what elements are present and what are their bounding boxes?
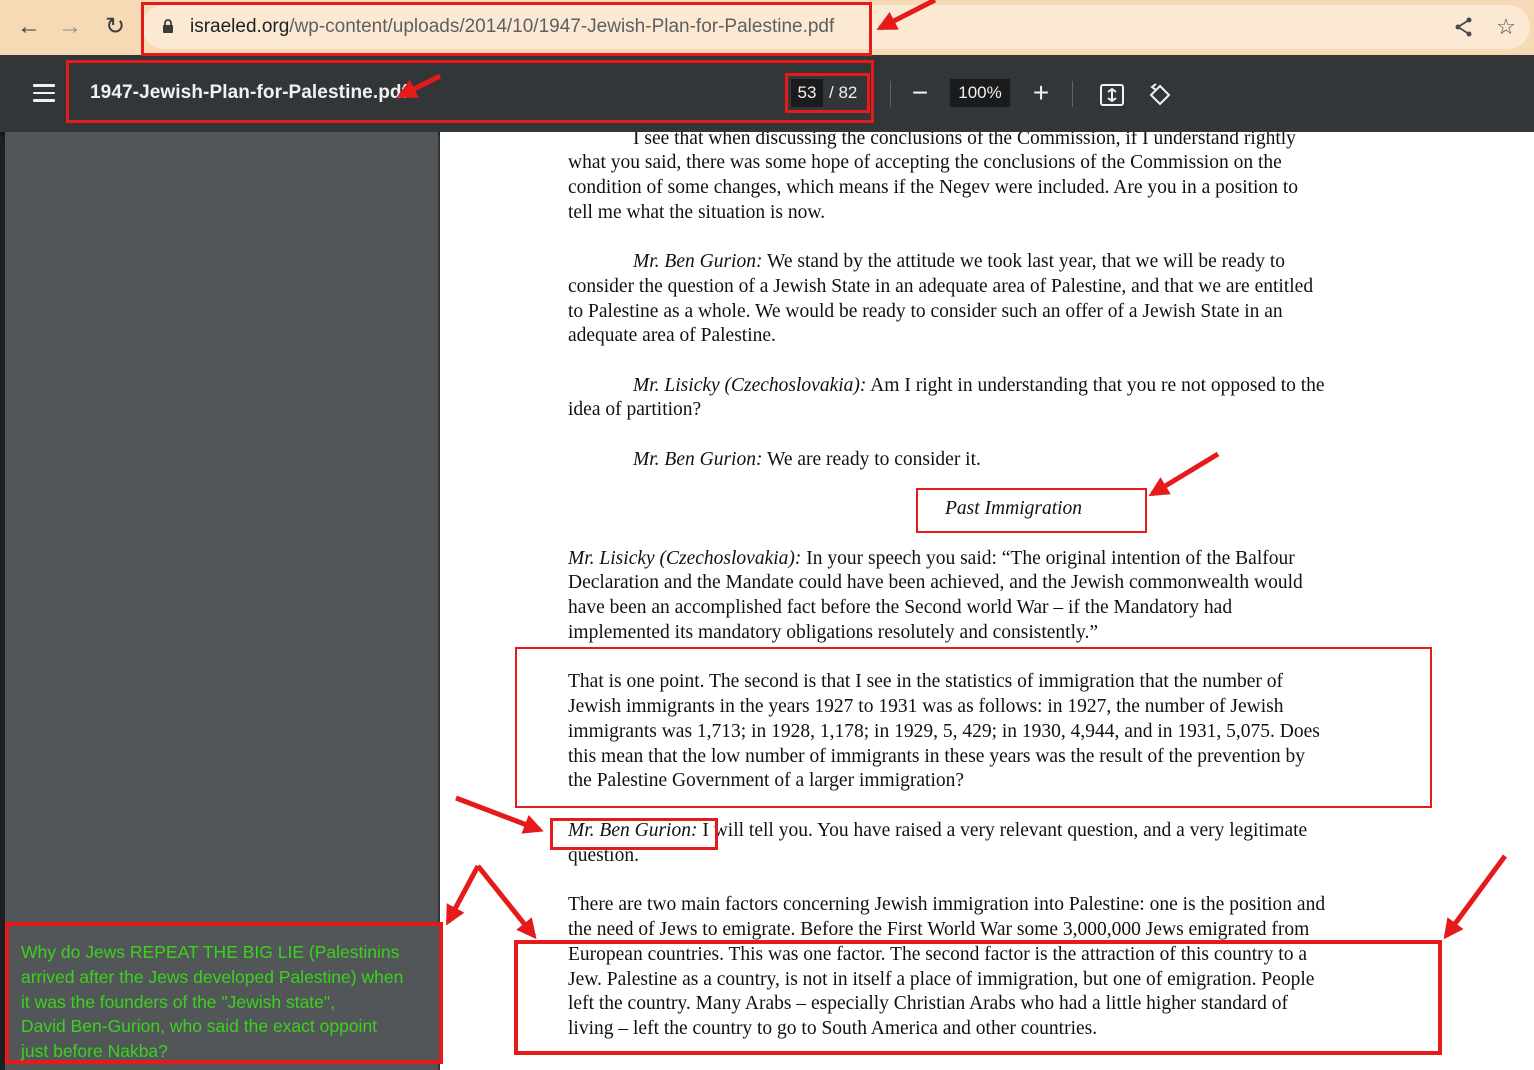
text-line: I see that when discussing the conclusio… [633, 132, 1296, 149]
annotation-note: Why do Jews REPEAT THE BIG LIE (Palestin… [5, 922, 443, 1064]
text-line: to Palestine as a whole. We would be rea… [568, 301, 1283, 322]
rotate-icon[interactable] [1146, 81, 1174, 109]
share-icon[interactable] [1452, 15, 1476, 39]
star-icon[interactable]: ☆ [1494, 15, 1518, 39]
text-line: There are two main factors concerning Je… [568, 894, 1326, 915]
annotation-box-question [515, 647, 1432, 808]
reload-icon[interactable]: ↻ [100, 10, 130, 44]
back-arrow-icon[interactable]: ← [14, 10, 44, 44]
annotation-box-url [141, 2, 872, 56]
annotation-box-page-number [785, 73, 870, 113]
text-span: We are ready to consider it. [762, 449, 981, 470]
text-line: implemented its mandatory obligations re… [568, 622, 1099, 643]
annotation-box-answer [514, 940, 1442, 1055]
speaker-name: Mr. Lisicky (Czechoslovakia): [633, 375, 867, 396]
forward-arrow-icon[interactable]: → [55, 10, 85, 44]
text-line: adequate area of Palestine. [568, 325, 776, 346]
zoom-out-button[interactable]: − [905, 79, 935, 109]
pdf-page: I see that when discussing the conclusio… [440, 132, 1534, 1070]
text-line: have been an accomplished fact before th… [568, 597, 1233, 618]
text-span: In your speech you said: “The original i… [801, 548, 1295, 569]
toolbar-divider [890, 81, 891, 107]
annotation-box-speaker [550, 818, 718, 850]
annotation-note-text: Why do Jews REPEAT THE BIG LIE (Palestin… [21, 942, 404, 1062]
text-line: condition of some changes, which means i… [568, 177, 1298, 198]
toolbar-divider [1072, 81, 1073, 107]
speaker-name: Mr. Ben Gurion: [633, 449, 763, 470]
text-line: what you said, there was some hope of ac… [568, 152, 1282, 173]
zoom-level-input[interactable]: 100% [950, 79, 1010, 107]
text-line: consider the question of a Jewish State … [568, 276, 1314, 297]
speaker-name: Mr. Lisicky (Czechoslovakia): [568, 548, 802, 569]
menu-icon[interactable] [33, 84, 55, 102]
text-line: Declaration and the Mandate could have b… [568, 572, 1303, 593]
text-line: Mr. Lisicky (Czechoslovakia): In your sp… [568, 547, 1295, 572]
annotation-box-heading [916, 488, 1147, 533]
text-line: Mr. Lisicky (Czechoslovakia): Am I right… [633, 374, 1325, 399]
text-span: We stand by the attitude we took last ye… [762, 251, 1286, 272]
fit-page-icon[interactable] [1098, 81, 1126, 109]
text-line: tell me what the situation is now. [568, 202, 826, 223]
text-span: I will tell you. You have raised a very … [697, 820, 1308, 841]
annotation-box-toolbar [66, 60, 874, 123]
text-span: Am I right in understanding that you re … [866, 375, 1325, 396]
speaker-name: Mr. Ben Gurion: [633, 251, 763, 272]
text-line: Mr. Ben Gurion: We are ready to consider… [633, 448, 981, 473]
text-line: Mr. Ben Gurion: We stand by the attitude… [633, 250, 1285, 275]
zoom-in-button[interactable]: + [1026, 79, 1056, 109]
text-line: idea of partition? [568, 399, 702, 420]
